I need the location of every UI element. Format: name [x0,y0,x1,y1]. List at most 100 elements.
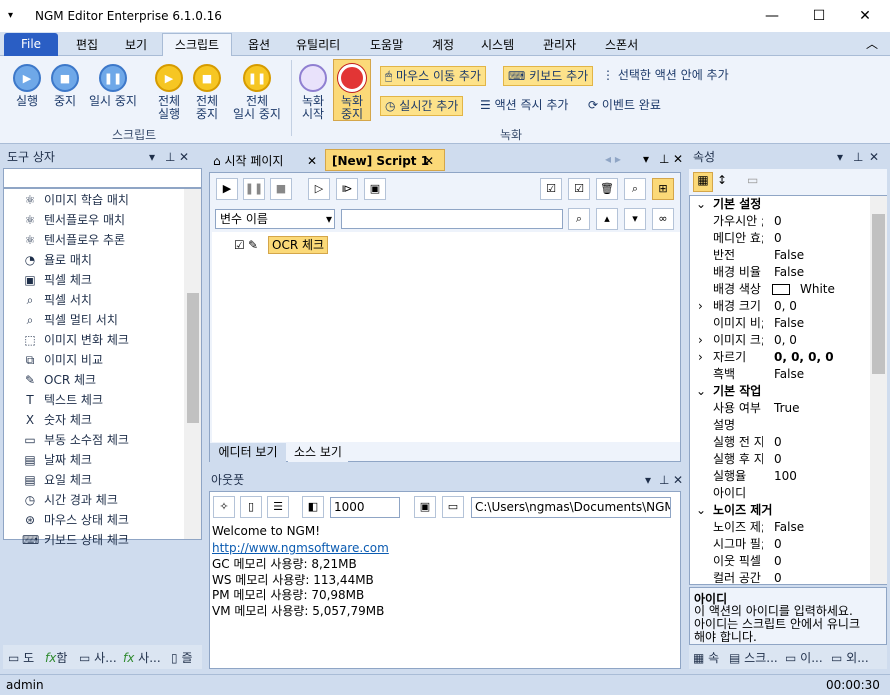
property-value[interactable]: False [774,247,804,264]
property-row[interactable]: 반전 False [692,247,868,264]
add-realtime-button[interactable]: ◷ 실시간 추가 [380,96,464,116]
maximize-button[interactable]: ☐ [796,5,842,27]
search-icon[interactable]: ⌕ [624,178,646,200]
toolbox-item[interactable]: ⚛ 텐서플로우 추론 [25,230,126,250]
file-menu[interactable]: File [4,33,58,56]
add-keyboard-button[interactable]: ⌨ 키보드 추가 [503,66,594,86]
folder-icon[interactable]: ▭ [442,496,464,518]
check-icon[interactable]: ☑ [568,178,590,200]
toolbox-item[interactable]: ⚛ 이미지 학습 매치 [25,190,129,210]
tab-script-list[interactable]: ▤ 스크... [729,648,778,668]
stop-button[interactable]: ■ 중지 [48,64,82,108]
tab-close-icon[interactable]: ✕ [424,150,434,172]
property-row[interactable]: 설명 [692,417,868,434]
dropdown-icon[interactable]: ▾ [645,470,651,490]
variable-select[interactable]: 변수 이름 ▾ [215,209,335,229]
run-from-icon[interactable]: ⧐ [336,178,358,200]
property-value[interactable]: False [774,315,804,332]
property-row[interactable]: 가우시안 ; 0 [692,213,868,230]
property-scrollbar[interactable] [870,196,887,584]
property-value[interactable]: False [774,366,804,383]
property-value[interactable]: 0 [774,570,782,587]
toolbox-item[interactable]: ▣ 픽셀 체크 [24,270,92,290]
categorized-icon[interactable]: ▦ [693,172,713,192]
variable-value-input[interactable] [341,209,563,229]
minimize-button[interactable]: — [749,5,795,27]
tab-script-1[interactable]: [New] Script 1 ✕ [325,149,445,171]
play-all-button[interactable]: ▶ 전체 실행 [152,64,186,121]
property-row[interactable]: › 배경 크기 0, 0 [692,298,868,315]
pause-small-icon[interactable]: ❚❚ [243,178,265,200]
property-row[interactable]: 시그마 필; 0 [692,536,868,553]
property-value[interactable]: 0, 0 [774,298,797,315]
menu-script[interactable]: 스크립트 [162,33,232,57]
property-row[interactable]: 배경 색상 White [692,281,868,298]
toolbox-item[interactable]: ⚛ 텐서플로우 매치 [25,210,126,230]
collapse-icon[interactable]: ⌄ [696,196,706,213]
property-category[interactable]: ⌄ 기본 작업 [692,383,868,400]
property-row[interactable]: 실행 후 지 0 [692,451,868,468]
tab-toolbox[interactable]: ▭ 도 [8,648,34,668]
add-mouse-move-button[interactable]: 🖱 마우스 이동 추가 [380,66,486,86]
tab-functions[interactable]: fx함 [45,648,67,668]
property-row[interactable]: 사용 여부 True [692,400,868,417]
new-page-icon[interactable]: ▯ [240,496,262,518]
tab-list-icon[interactable]: ▾ [643,152,649,166]
toolbox-item[interactable]: ▭ 부동 소수점 체크 [24,430,129,450]
pause-button[interactable]: ❚❚ 일시 중지 [84,64,142,108]
play-button[interactable]: ▶ 실행 [10,64,44,108]
tab-pin-icon[interactable]: ⊥ [659,152,669,166]
tab-favorites[interactable]: ▯ 즐 [171,648,192,668]
toolbox-item[interactable]: ⧉ 이미지 비교 [26,350,103,370]
tab-external[interactable]: ▭ 외... [831,648,869,668]
property-value[interactable]: False [774,519,804,536]
toolbox-item[interactable]: T 텍스트 체크 [26,390,103,410]
expand-icon[interactable]: › [698,332,703,349]
collapse-icon[interactable]: ⌄ [696,502,706,519]
record-stop-button[interactable]: 녹화 중지 [333,59,371,121]
property-row[interactable]: 실행율 100 [692,468,868,485]
property-value[interactable]: 0 [774,230,782,247]
property-value[interactable]: 100 [774,468,797,485]
property-row[interactable]: 메디안 효; 0 [692,230,868,247]
check-all-icon[interactable]: ☑ [540,178,562,200]
property-pages-icon[interactable]: ▭ [747,173,758,187]
menu-utility[interactable]: 유틸리티 [296,36,340,53]
ribbon-collapse-icon[interactable]: ︿ [866,35,878,52]
collapse-icon[interactable]: ⌄ [696,383,706,400]
property-category[interactable]: ⌄ 노이즈 제거 [692,502,868,519]
menu-view[interactable]: 보기 [125,36,147,53]
pin-icon[interactable]: ⊥ [853,147,863,167]
tab-close-icon[interactable]: ✕ [307,151,317,171]
property-row[interactable]: 아이디 [692,485,868,502]
toolbox-item[interactable]: ▤ 요일 체크 [24,470,92,490]
close-button[interactable]: ✕ [842,5,888,27]
property-value[interactable]: True [774,400,800,417]
loop-icon[interactable]: ∞ [652,208,674,230]
step-icon[interactable]: ▷ [308,178,330,200]
toolbox-item[interactable]: ⊛ 마우스 상태 체크 [25,510,129,530]
menu-help[interactable]: 도움말 [370,36,403,53]
tab-scroll-left-icon[interactable]: ◂ ▸ [605,152,621,166]
website-link[interactable]: http://www.ngmsoftware.com [212,540,389,556]
tab-properties[interactable]: ▦ 속 [693,648,719,668]
toolbox-item[interactable]: ◔ 욜로 매치 [25,250,92,270]
property-value[interactable]: False [774,264,804,281]
menu-account[interactable]: 계정 [432,36,454,53]
property-row[interactable]: 이미지 비; False [692,315,868,332]
expand-icon[interactable]: › [698,298,703,315]
toolbox-item[interactable]: ⌨ 키보드 상태 체크 [22,530,129,550]
app-icon[interactable]: ▾ [8,10,13,21]
tab-user[interactable]: ▭ 사... [79,648,117,668]
script-node[interactable]: OCR 체크 [268,236,329,254]
pin-icon[interactable]: ⊥ [659,470,669,490]
property-value[interactable]: 0 [774,434,782,451]
property-row[interactable]: 이웃 픽셀 0 [692,553,868,570]
property-category[interactable]: ⌄ 기본 설정 [692,196,868,213]
line-count-input[interactable]: 1000 [330,497,400,518]
move-down-icon[interactable]: ▾ [624,208,646,230]
toolbox-search-input[interactable] [3,168,202,188]
pause-all-button[interactable]: ❚❚ 전체 일시 중지 [228,64,286,121]
property-row[interactable]: 실행 전 지 0 [692,434,868,451]
tab-images[interactable]: ▭ 이... [785,648,823,668]
